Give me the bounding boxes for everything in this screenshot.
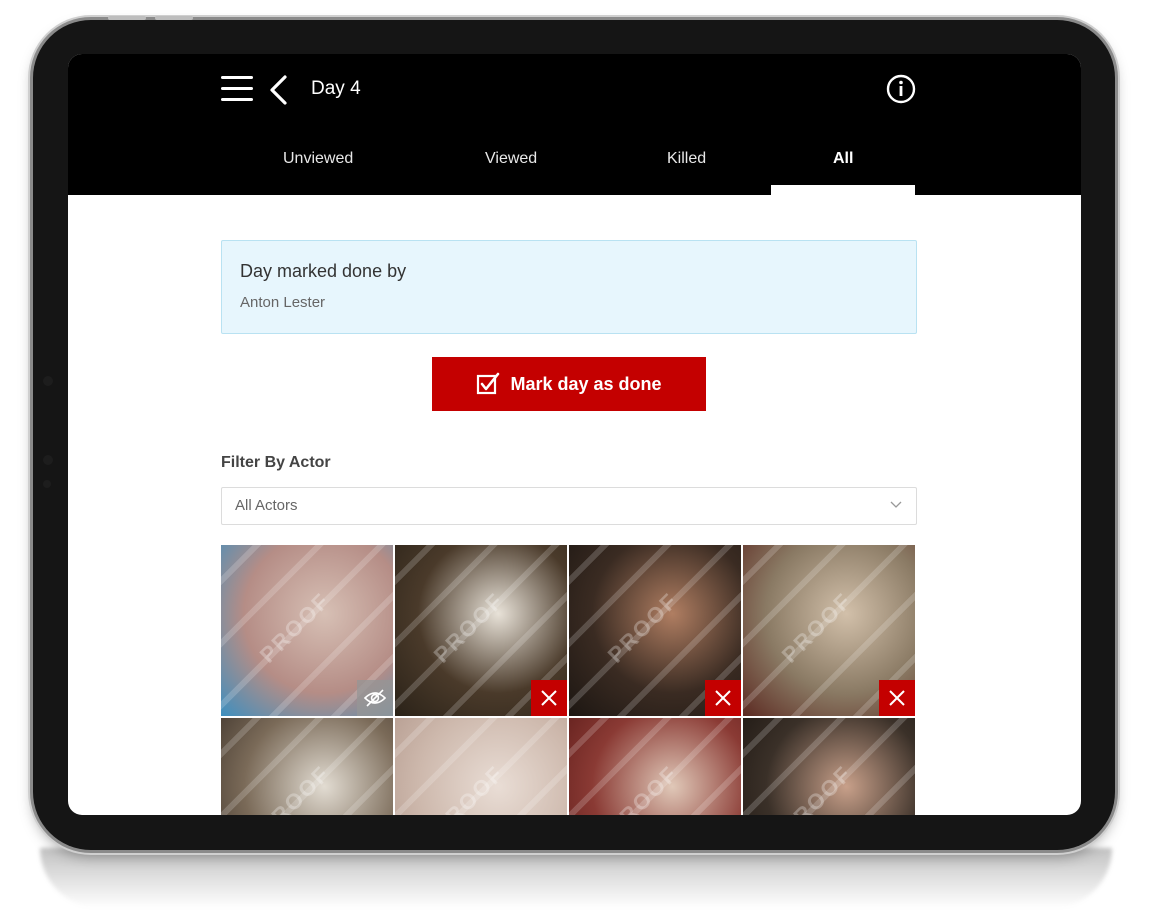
shot-thumbnail[interactable]: PROOF [569, 718, 741, 815]
top-bar: Day 4 Unviewed Viewed Killed All [68, 54, 1081, 195]
camera-dot [43, 376, 53, 386]
shot-thumbnail[interactable]: PROOF [221, 718, 393, 815]
hidden-badge[interactable] [357, 680, 393, 716]
shot-thumbnail[interactable]: PROOF [221, 545, 393, 716]
actor-filter-select[interactable]: All Actors [221, 487, 917, 525]
notice-user-name: Anton Lester [240, 294, 326, 311]
mark-day-done-button[interactable]: Mark day as done [432, 357, 706, 411]
shot-thumbnail[interactable]: PROOF [395, 718, 567, 815]
shot-thumbnail[interactable]: PROOF [395, 545, 567, 716]
page-title: Day 4 [311, 78, 361, 99]
actor-filter-value: All Actors [235, 497, 298, 514]
app-screen: Day 4 Unviewed Viewed Killed All Day mar… [68, 54, 1081, 815]
killed-badge[interactable] [531, 680, 567, 716]
notice-title: Day marked done by [240, 261, 407, 281]
checkbox-check-icon [477, 372, 500, 395]
mark-day-done-label: Mark day as done [510, 373, 662, 394]
camera-dot [43, 480, 51, 488]
tab-all[interactable]: All [833, 150, 853, 168]
tab-viewed[interactable]: Viewed [485, 150, 537, 168]
volume-button [155, 16, 193, 20]
killed-badge[interactable] [879, 680, 915, 716]
tab-unviewed[interactable]: Unviewed [283, 150, 353, 168]
volume-button [108, 16, 146, 20]
shot-thumbnail[interactable]: PROOF [743, 718, 915, 815]
active-tab-indicator [771, 185, 915, 195]
back-icon[interactable] [268, 74, 290, 106]
menu-icon[interactable] [221, 76, 253, 102]
camera-dot [43, 455, 53, 465]
shot-grid: PROOF PROOF PROOF PROOF PROOF PROOF PROOF PROOF [221, 545, 917, 815]
close-icon [715, 690, 731, 706]
close-icon [889, 690, 905, 706]
filter-label: Filter By Actor [221, 454, 331, 471]
tab-killed[interactable]: Killed [667, 150, 706, 168]
shot-thumbnail[interactable]: PROOF [743, 545, 915, 716]
eye-off-icon [363, 689, 387, 707]
chevron-down-icon [890, 501, 902, 508]
shot-thumbnail[interactable]: PROOF [569, 545, 741, 716]
killed-badge[interactable] [705, 680, 741, 716]
device-reflection [40, 848, 1112, 908]
info-icon[interactable] [886, 74, 916, 104]
day-done-notice: Day marked done by Anton Lester [221, 240, 917, 334]
close-icon [541, 690, 557, 706]
